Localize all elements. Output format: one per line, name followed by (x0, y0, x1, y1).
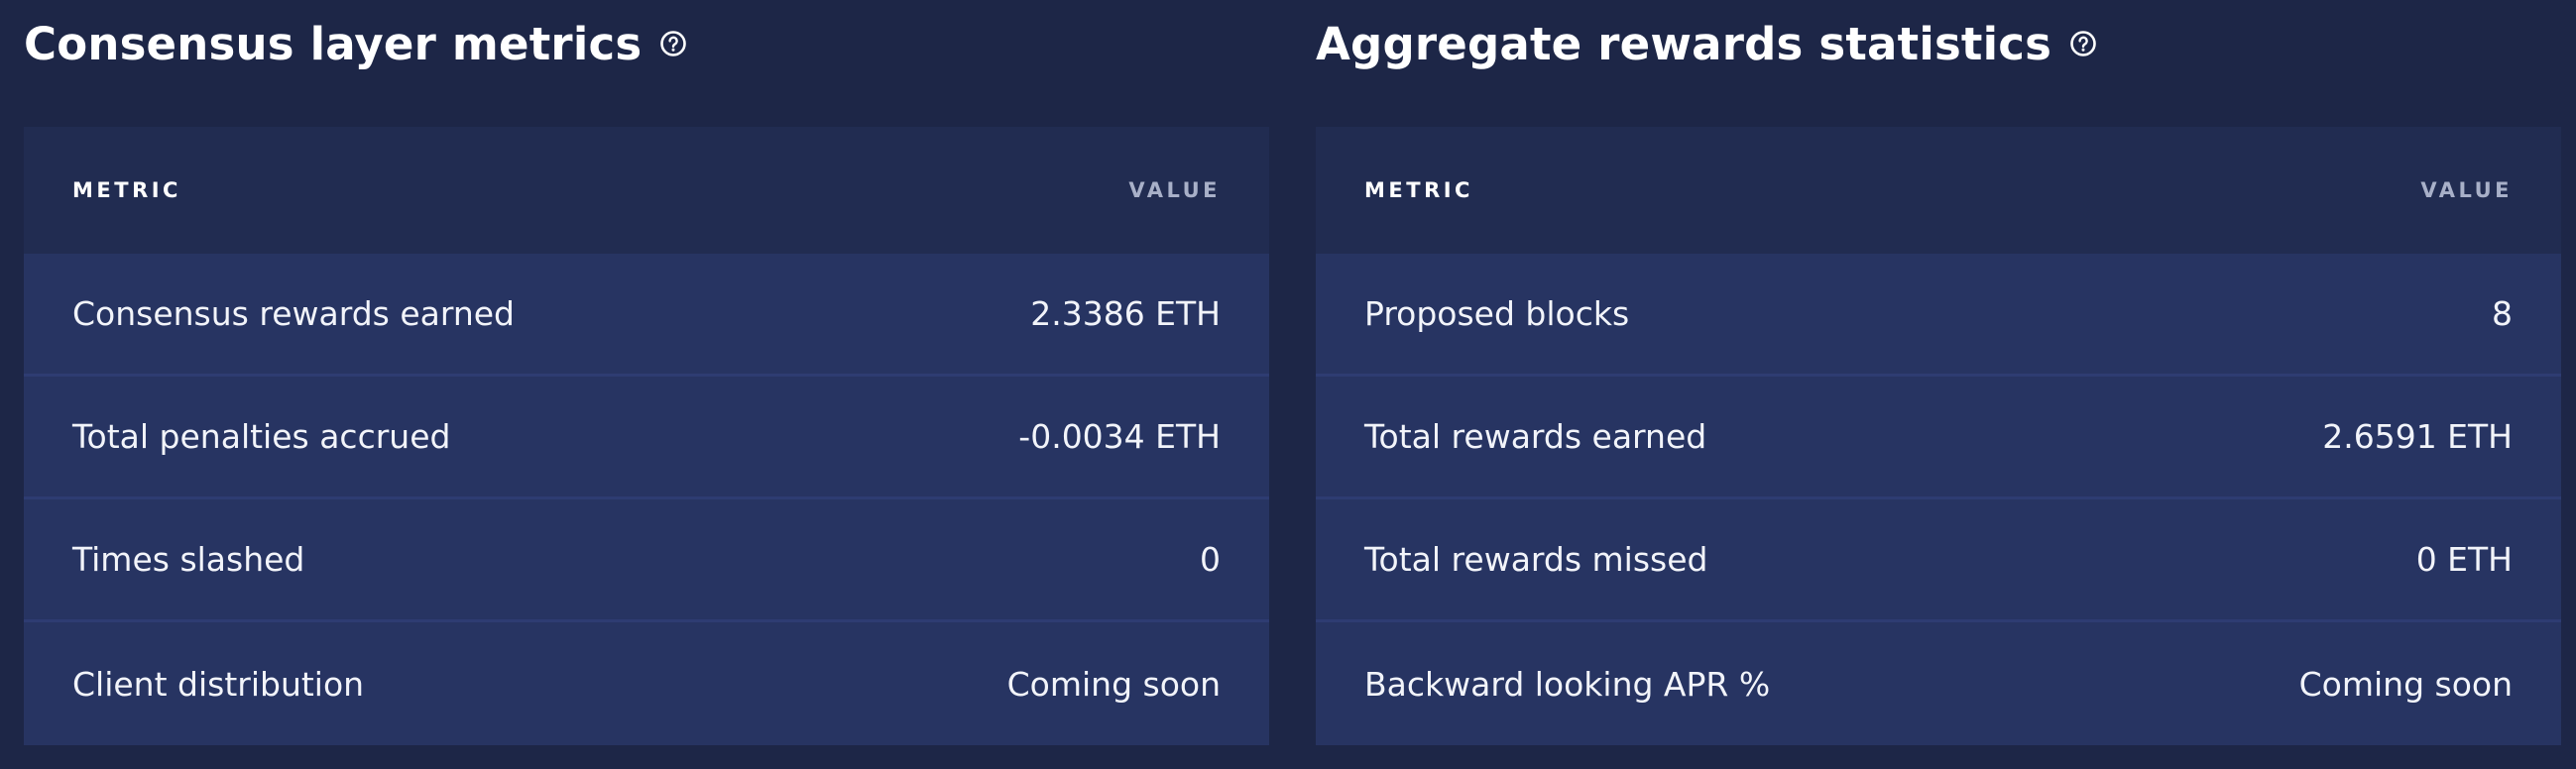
metric-cell: Total rewards earned (1364, 417, 1707, 456)
panel-header: Consensus layer metrics (24, 0, 1269, 87)
value-column-header: VALUE (1128, 178, 1221, 202)
table-row: Client distribution Coming soon (24, 622, 1269, 745)
table-row: Consensus rewards earned 2.3386 ETH (24, 254, 1269, 377)
metric-cell: Client distribution (72, 664, 365, 704)
help-circle-icon[interactable] (2069, 30, 2097, 57)
metric-cell: Total rewards missed (1364, 540, 1708, 579)
panel-title: Aggregate rewards statistics (1316, 17, 2052, 70)
value-cell: 0 ETH (2415, 540, 2513, 579)
panel-header: Aggregate rewards statistics (1316, 0, 2561, 87)
table-row: Total penalties accrued -0.0034 ETH (24, 377, 1269, 499)
table-row: Backward looking APR % Coming soon (1316, 622, 2561, 745)
value-cell: Coming soon (1006, 664, 1221, 704)
table-row: Times slashed 0 (24, 499, 1269, 622)
value-cell: 8 (2492, 294, 2513, 333)
metric-column-header: METRIC (72, 178, 181, 202)
metric-cell: Total penalties accrued (72, 417, 451, 456)
metric-cell: Times slashed (72, 540, 305, 579)
table-header: METRIC VALUE (1316, 127, 2561, 254)
value-cell: 0 (1200, 540, 1221, 579)
aggregate-rewards-statistics-panel: Aggregate rewards statistics METRIC VALU… (1316, 0, 2561, 745)
consensus-metrics-table: METRIC VALUE Consensus rewards earned 2.… (24, 127, 1269, 745)
table-header: METRIC VALUE (24, 127, 1269, 254)
value-cell: -0.0034 ETH (1018, 417, 1221, 456)
value-cell: 2.6591 ETH (2322, 417, 2513, 456)
metric-cell: Proposed blocks (1364, 294, 1630, 333)
value-cell: 2.3386 ETH (1030, 294, 1221, 333)
table-row: Proposed blocks 8 (1316, 254, 2561, 377)
value-column-header: VALUE (2420, 178, 2513, 202)
aggregate-rewards-table: METRIC VALUE Proposed blocks 8 Total rew… (1316, 127, 2561, 745)
value-cell: Coming soon (2298, 664, 2513, 704)
table-row: Total rewards earned 2.6591 ETH (1316, 377, 2561, 499)
metric-cell: Backward looking APR % (1364, 664, 1771, 704)
help-circle-icon[interactable] (659, 30, 687, 57)
metric-column-header: METRIC (1364, 178, 1473, 202)
consensus-layer-metrics-panel: Consensus layer metrics METRIC VALUE Con… (24, 0, 1269, 745)
panel-title: Consensus layer metrics (24, 17, 643, 70)
table-row: Total rewards missed 0 ETH (1316, 499, 2561, 622)
metric-cell: Consensus rewards earned (72, 294, 515, 333)
